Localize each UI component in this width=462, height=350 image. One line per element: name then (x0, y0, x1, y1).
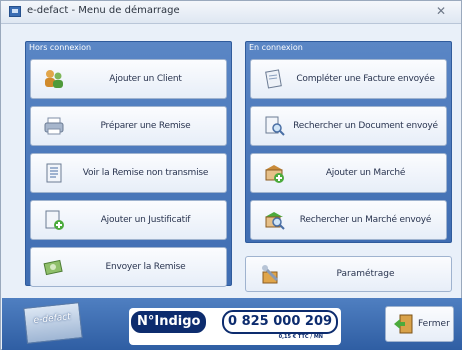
settings-button[interactable]: Paramétrage (245, 256, 452, 292)
offline-group-label: Hors connexion (29, 43, 92, 52)
close-app-button[interactable]: Fermer (385, 306, 454, 342)
complete-invoice-button[interactable]: Compléter une Facture envoyée (250, 59, 447, 99)
people-icon (45, 70, 63, 88)
offline-group: Hors connexion Ajouter un Client Prépare… (25, 41, 232, 287)
search-market-label: Rechercher un Marché envoyé (299, 215, 432, 225)
window-close-button[interactable]: ✕ (433, 3, 449, 19)
indigo-number-banner: N°Indigo 0 825 000 209 0,15 € TTC / MN (129, 308, 341, 345)
search-market-button[interactable]: Rechercher un Marché envoyé (250, 200, 447, 240)
add-market-button[interactable]: Ajouter un Marché (250, 153, 447, 193)
settings-tools-icon (262, 265, 279, 284)
prepare-batch-button[interactable]: Préparer une Remise (30, 106, 227, 146)
document-list-icon (46, 163, 62, 183)
search-document-label: Rechercher un Document envoyé (293, 121, 438, 131)
close-app-label: Fermer (418, 319, 450, 329)
logo-text: e-defact (33, 312, 72, 326)
view-pending-batch-label: Voir la Remise non transmise (82, 168, 209, 178)
title-bar: e-defact - Menu de démarrage ✕ (1, 1, 461, 24)
market-add-icon (265, 165, 284, 183)
exit-door-icon (394, 314, 413, 334)
e-defact-logo: e-defact (23, 302, 83, 344)
invoice-edit-icon (265, 69, 282, 89)
prepare-batch-label: Préparer une Remise (100, 121, 191, 131)
add-client-button[interactable]: Ajouter un Client (30, 59, 227, 99)
send-batch-label: Envoyer la Remise (105, 262, 186, 272)
complete-invoice-label: Compléter une Facture envoyée (296, 74, 435, 84)
startup-window: e-defact - Menu de démarrage ✕ Hors conn… (0, 0, 462, 350)
online-group-label: En connexion (249, 43, 303, 52)
online-group: En connexion Compléter une Facture envoy… (245, 41, 452, 243)
view-pending-batch-button[interactable]: Voir la Remise non transmise (30, 153, 227, 193)
indigo-prefix: N°Indigo (131, 311, 207, 333)
indigo-phone-number: 0 825 000 209 (222, 310, 339, 334)
indigo-price: 0,15 € TTC / MN (278, 334, 323, 340)
add-client-label: Ajouter un Client (109, 74, 182, 84)
settings-label: Paramétrage (336, 269, 395, 279)
add-attachment-label: Ajouter un Justificatif (100, 215, 191, 225)
app-icon (9, 6, 21, 17)
send-batch-button[interactable]: Envoyer la Remise (30, 247, 227, 287)
add-attachment-button[interactable]: Ajouter un Justificatif (30, 200, 227, 240)
window-title: e-defact - Menu de démarrage (27, 5, 180, 16)
document-add-icon (45, 210, 64, 230)
send-money-icon (43, 259, 63, 276)
market-search-icon (265, 212, 285, 230)
add-market-label: Ajouter un Marché (325, 168, 406, 178)
printer-icon (44, 117, 64, 135)
search-document-button[interactable]: Rechercher un Document envoyé (250, 106, 447, 146)
document-search-icon (265, 116, 285, 136)
